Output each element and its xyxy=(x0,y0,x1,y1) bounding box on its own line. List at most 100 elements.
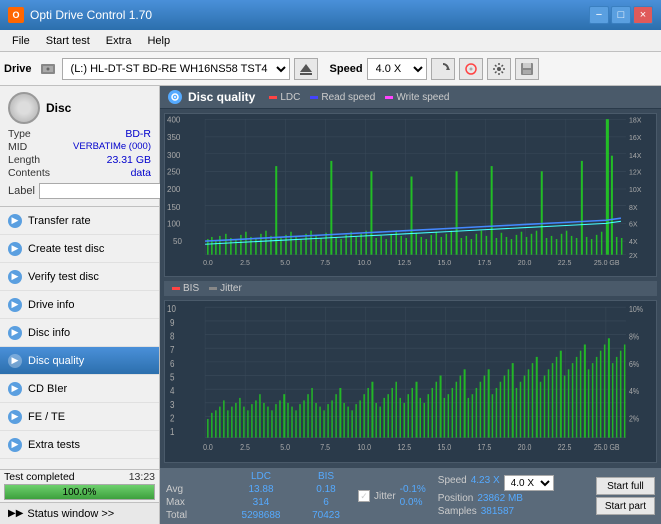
svg-text:6X: 6X xyxy=(629,220,638,228)
drive-select[interactable]: (L:) HL-DT-ST BD-RE WH16NS58 TST4 xyxy=(62,58,290,80)
status-window-label: Status window >> xyxy=(27,508,114,520)
chart2-header: BIS Jitter xyxy=(164,281,657,296)
bis-col-header: BIS xyxy=(306,471,346,482)
legend-ldc: LDC xyxy=(269,92,300,103)
drive-info-label: Drive info xyxy=(28,299,74,311)
svg-text:7: 7 xyxy=(170,344,174,355)
max-row: Max 314 6 xyxy=(166,497,346,508)
window-controls: − □ × xyxy=(589,6,653,24)
create-test-disc-icon: ▶ xyxy=(8,242,22,256)
sidebar-item-fe-te[interactable]: ▶ FE / TE xyxy=(0,403,159,431)
contents-label: Contents xyxy=(8,167,50,179)
position-label: Position xyxy=(438,493,474,504)
total-label: Total xyxy=(166,510,216,521)
svg-text:2%: 2% xyxy=(629,413,639,423)
transfer-rate-label: Transfer rate xyxy=(28,215,91,227)
svg-text:4%: 4% xyxy=(629,386,639,396)
menu-start-test[interactable]: Start test xyxy=(38,33,98,49)
drive-icon xyxy=(40,61,56,77)
start-full-button[interactable]: Start full xyxy=(596,477,655,495)
read-speed-dot xyxy=(310,96,318,99)
disc-info-icon: ▶ xyxy=(8,326,22,340)
sidebar-item-verify-test-disc[interactable]: ▶ Verify test disc xyxy=(0,263,159,291)
sidebar-item-extra-tests[interactable]: ▶ Extra tests xyxy=(0,431,159,459)
disc-quality-icon: ▶ xyxy=(8,354,22,368)
jitter-checkbox[interactable]: ✓ xyxy=(358,490,370,502)
sidebar-item-disc-info[interactable]: ▶ Disc info xyxy=(0,319,159,347)
content-area: Disc quality LDC Read speed Write speed xyxy=(160,86,661,524)
total-ldc: 5298688 xyxy=(236,510,286,521)
ldc-col-header: LDC xyxy=(236,471,286,482)
speed-info-section: Speed 4.23 X 4.0 X Position 23862 MB Sam… xyxy=(438,475,554,517)
bis-dot xyxy=(172,287,180,290)
sidebar-item-cd-bier[interactable]: ▶ CD BIer xyxy=(0,375,159,403)
status-text-row: Test completed 13:23 xyxy=(0,470,159,484)
svg-text:16X: 16X xyxy=(629,134,642,142)
fe-te-label: FE / TE xyxy=(28,411,65,423)
type-value: BD-R xyxy=(54,128,151,140)
progress-text: 100.0% xyxy=(5,485,154,499)
close-button[interactable]: × xyxy=(633,6,653,24)
svg-text:10X: 10X xyxy=(629,186,642,194)
stats-header-row: LDC BIS xyxy=(166,471,346,482)
sidebar-item-create-test-disc[interactable]: ▶ Create test disc xyxy=(0,235,159,263)
menu-file[interactable]: File xyxy=(4,33,38,49)
disc-button[interactable] xyxy=(459,58,483,80)
svg-text:300: 300 xyxy=(167,151,181,160)
svg-text:5.0: 5.0 xyxy=(280,442,290,452)
speed-stat-label: Speed xyxy=(438,475,467,491)
menu-help[interactable]: Help xyxy=(139,33,178,49)
chart1: 400 350 300 250 200 150 100 50 18X 16X 1… xyxy=(165,114,656,276)
eject-button[interactable] xyxy=(294,58,318,80)
avg-jitter: -0.1% xyxy=(400,484,426,495)
sidebar-item-drive-info[interactable]: ▶ Drive info xyxy=(0,291,159,319)
save-button[interactable] xyxy=(515,58,539,80)
svg-text:2.5: 2.5 xyxy=(240,259,250,267)
svg-text:15.0: 15.0 xyxy=(438,442,452,452)
settings-button[interactable] xyxy=(487,58,511,80)
avg-bis: 0.18 xyxy=(306,484,346,495)
svg-text:6%: 6% xyxy=(629,359,639,369)
extra-tests-icon: ▶ xyxy=(8,438,22,452)
minimize-button[interactable]: − xyxy=(589,6,609,24)
svg-text:350: 350 xyxy=(167,133,181,142)
length-value: 23.31 GB xyxy=(54,154,151,166)
legend-jitter: Jitter xyxy=(209,283,242,294)
sidebar-item-transfer-rate[interactable]: ▶ Transfer rate xyxy=(0,207,159,235)
total-row: Total 5298688 70423 xyxy=(166,510,346,521)
svg-text:1: 1 xyxy=(170,426,174,437)
svg-text:12X: 12X xyxy=(629,168,642,176)
svg-text:5.0: 5.0 xyxy=(280,259,290,267)
svg-text:250: 250 xyxy=(167,167,181,176)
status-window-button[interactable]: ▶▶ Status window >> xyxy=(0,502,159,524)
verify-test-disc-label: Verify test disc xyxy=(28,271,99,283)
menu-bar: File Start test Extra Help xyxy=(0,30,661,52)
drive-info-icon: ▶ xyxy=(8,298,22,312)
chart1-wrapper: 400 350 300 250 200 150 100 50 18X 16X 1… xyxy=(164,113,657,277)
svg-text:50: 50 xyxy=(173,237,182,246)
speed-select[interactable]: 4.0 X xyxy=(367,58,427,80)
svg-text:5: 5 xyxy=(170,371,174,382)
svg-text:10%: 10% xyxy=(629,304,643,314)
menu-extra[interactable]: Extra xyxy=(98,33,140,49)
drive-label: Drive xyxy=(4,63,32,75)
sidebar-item-disc-quality[interactable]: ▶ Disc quality xyxy=(0,347,159,375)
max-jitter: 0.0% xyxy=(400,497,426,508)
speed-stat-value: 4.23 X xyxy=(471,475,500,491)
contents-value: data xyxy=(54,167,151,179)
charts-container: 400 350 300 250 200 150 100 50 18X 16X 1… xyxy=(160,109,661,467)
speed-label: Speed xyxy=(330,63,363,75)
content-title: Disc quality xyxy=(188,90,255,104)
maximize-button[interactable]: □ xyxy=(611,6,631,24)
content-header: Disc quality LDC Read speed Write speed xyxy=(160,86,661,109)
start-part-button[interactable]: Start part xyxy=(596,497,655,515)
status-bar: Test completed 13:23 100.0% ▶▶ Status wi… xyxy=(0,469,159,524)
svg-text:17.5: 17.5 xyxy=(478,259,492,267)
refresh-button[interactable] xyxy=(431,58,455,80)
read-speed-label: Read speed xyxy=(321,92,375,103)
label-input[interactable] xyxy=(39,183,177,199)
svg-text:10.0: 10.0 xyxy=(357,442,371,452)
speed-stat-dropdown[interactable]: 4.0 X xyxy=(504,475,554,491)
disc-panel-title: Disc xyxy=(46,101,71,115)
disc-image xyxy=(8,92,40,124)
